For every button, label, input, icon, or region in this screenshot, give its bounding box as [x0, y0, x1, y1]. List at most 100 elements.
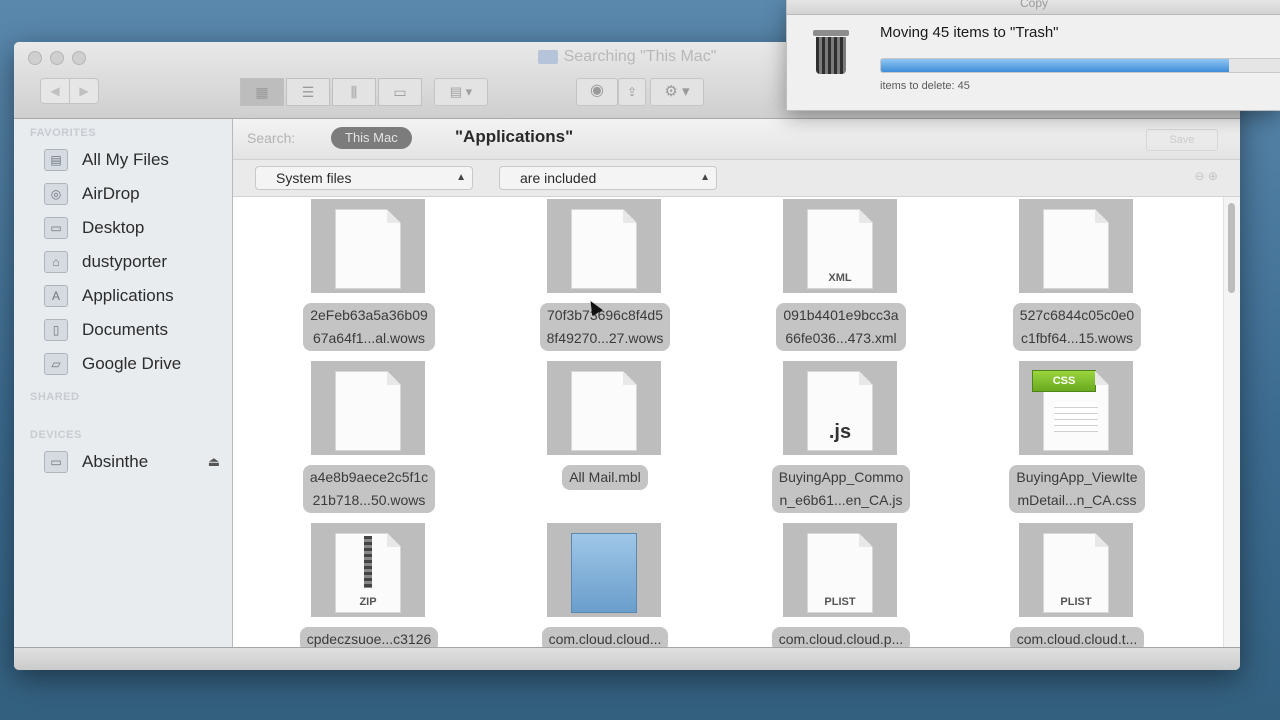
document-icon	[1043, 209, 1109, 289]
file-name: 70f3b73696c8f4d5 8f49270...27.wows	[505, 303, 705, 351]
sidebar-item-label: Desktop	[82, 218, 145, 237]
file-item[interactable]: PLIST com.cloud.cloud.p...	[705, 521, 942, 648]
sidebar-item-applications[interactable]: A Applications	[14, 279, 232, 313]
file-type-tag: PLIST	[824, 596, 856, 608]
file-thumbnail	[311, 361, 425, 455]
action-gear-button[interactable]: ⚙ ▾	[650, 78, 704, 106]
sidebar-item-airdrop[interactable]: ◎ AirDrop	[14, 177, 232, 211]
scrollbar-thumb[interactable]	[1228, 203, 1235, 293]
file-name: BuyingApp_Commo n_e6b61...en_CA.js	[741, 465, 941, 513]
applications-icon: A	[44, 285, 68, 307]
file-name-line2: n_e6b61...en_CA.js	[779, 492, 903, 508]
scope-this-mac-button[interactable]: This Mac	[331, 127, 412, 149]
popup-arrows-icon: ▲	[456, 172, 466, 183]
file-name-line1: 2eFeb63a5a36b09	[310, 307, 428, 323]
sidebar-item-label: Applications	[82, 286, 174, 305]
file-thumbnail	[547, 523, 661, 617]
progress-window-title: Copy	[1019, 0, 1048, 10]
quick-look-button[interactable]: ◉	[576, 78, 618, 106]
file-item[interactable]: com.cloud.cloud...	[469, 521, 706, 648]
icon-view-button[interactable]: ▦	[240, 78, 284, 106]
sidebar-item-desktop[interactable]: ▭ Desktop	[14, 211, 232, 245]
shared-heading: SHARED	[30, 391, 80, 403]
file-name-line1: 70f3b73696c8f4d5	[547, 307, 663, 323]
condition-popup[interactable]: are included ▲	[499, 166, 717, 190]
file-item[interactable]: .js BuyingApp_Commo n_e6b61...en_CA.js	[705, 359, 942, 519]
file-name-line1: BuyingApp_ViewIte	[1016, 469, 1138, 485]
window-title-text: Searching "This Mac"	[563, 48, 717, 65]
favorites-heading: FAVORITES	[30, 127, 97, 139]
file-item[interactable]: 70f3b73696c8f4d5 8f49270...27.wows	[469, 197, 706, 357]
condition-value: are included	[520, 170, 597, 186]
trash-can	[816, 37, 846, 74]
scope-applications-button[interactable]: "Applications"	[455, 127, 573, 147]
file-item[interactable]: CSS BuyingApp_ViewIte mDetail...n_CA.css	[941, 359, 1178, 519]
file-thumbnail: CSS	[1019, 361, 1133, 455]
file-type-tag: CSS	[1032, 370, 1096, 392]
file-name: All Mail.mbl	[505, 465, 705, 490]
file-name: 091b4401e9bcc3a 66fe036...473.xml	[741, 303, 941, 351]
arrange-button[interactable]: ▤ ▾	[434, 78, 488, 106]
document-icon	[335, 209, 401, 289]
home-icon: ⌂	[44, 251, 68, 273]
eject-icon[interactable]: ⏏	[208, 454, 220, 470]
file-item[interactable]: a4e8b9aece2c5f1c 21b718...50.wows	[233, 359, 470, 519]
file-name: cpdeczsuoe...c3126	[269, 627, 469, 648]
sidebar-item-google-drive[interactable]: ▱ Google Drive	[14, 347, 232, 381]
sidebar-item-documents[interactable]: ▯ Documents	[14, 313, 232, 347]
coverflow-view-button[interactable]: ▭	[378, 78, 422, 106]
list-view-button[interactable]: ☰	[286, 78, 330, 106]
file-name: 527c6844c05c0e0 c1fbf64...15.wows	[977, 303, 1177, 351]
sidebar-item-home[interactable]: ⌂ dustyporter	[14, 245, 232, 279]
file-name: com.cloud.cloud.p...	[741, 627, 941, 648]
file-item[interactable]: All Mail.mbl	[469, 359, 706, 519]
back-button[interactable]: ◀	[40, 78, 70, 104]
search-scope-bar: Search: This Mac "Applications" Save	[233, 119, 1240, 160]
file-type-tag: PLIST	[1060, 596, 1092, 608]
sidebar-item-label: AirDrop	[82, 184, 140, 203]
file-thumbnail: .js	[783, 361, 897, 455]
file-name-line1: cpdeczsuoe...c3126	[306, 631, 432, 647]
progress-message: Moving 45 items to "Trash"	[880, 24, 1059, 41]
attribute-popup[interactable]: System files ▲	[255, 166, 473, 190]
file-name: a4e8b9aece2c5f1c 21b718...50.wows	[269, 465, 469, 513]
forward-button[interactable]: ▶	[70, 78, 99, 104]
trash-icon	[813, 30, 849, 74]
file-name-line1: 091b4401e9bcc3a	[783, 307, 899, 323]
folder-icon: ▱	[44, 353, 68, 375]
file-item[interactable]: XML 091b4401e9bcc3a 66fe036...473.xml	[705, 197, 942, 357]
add-remove-criteria-buttons[interactable]: ⊖ ⊕	[1195, 169, 1218, 183]
file-type-tag: ZIP	[359, 596, 377, 608]
file-item[interactable]: PLIST com.cloud.cloud.t...	[941, 521, 1178, 648]
plist-document-icon: PLIST	[807, 533, 873, 613]
file-name-line1: 527c6844c05c0e0	[1019, 307, 1135, 323]
file-name-line1: com.cloud.cloud.t...	[1016, 631, 1138, 647]
file-thumbnail	[547, 361, 661, 455]
all-files-icon: ▤	[44, 149, 68, 171]
column-view-button[interactable]: ⫼	[332, 78, 376, 106]
save-search-button[interactable]: Save	[1146, 129, 1218, 151]
file-item[interactable]: 527c6844c05c0e0 c1fbf64...15.wows	[941, 197, 1178, 357]
sidebar-item-absinthe[interactable]: ▭ Absinthe ⏏	[14, 445, 232, 479]
file-type-tag: .js	[828, 421, 852, 443]
share-button[interactable]: ⇪	[618, 78, 646, 106]
copy-progress-window: Copy Moving 45 items to "Trash" items to…	[786, 0, 1280, 111]
finder-window: Searching "This Mac" ◀ ▶ ▦ ☰ ⫼ ▭ ▤ ▾ ◉ ⇪…	[14, 42, 1240, 670]
trash-lid	[813, 30, 849, 36]
file-name-line2: 66fe036...473.xml	[785, 330, 897, 346]
file-name: 2eFeb63a5a36b09 67a64f1...al.wows	[269, 303, 469, 351]
file-name: BuyingApp_ViewIte mDetail...n_CA.css	[977, 465, 1177, 513]
vertical-scrollbar[interactable]	[1223, 197, 1240, 648]
navigation-buttons: ◀ ▶	[40, 78, 99, 104]
file-thumbnail	[311, 199, 425, 293]
file-item[interactable]: 2eFeb63a5a36b09 67a64f1...al.wows	[233, 197, 470, 357]
airdrop-icon: ◎	[44, 183, 68, 205]
view-mode-buttons: ▦ ☰ ⫼ ▭	[240, 78, 424, 106]
progress-subtext: items to delete: 45	[880, 80, 970, 92]
sidebar-item-all-my-files[interactable]: ▤ All My Files	[14, 143, 232, 177]
file-item[interactable]: ZIP cpdeczsuoe...c3126	[233, 521, 470, 648]
sidebar-item-label: Absinthe	[82, 452, 149, 471]
document-icon	[571, 209, 637, 289]
progress-bar-fill	[881, 59, 1229, 72]
file-name-line1: com.cloud.cloud.p...	[778, 631, 904, 647]
